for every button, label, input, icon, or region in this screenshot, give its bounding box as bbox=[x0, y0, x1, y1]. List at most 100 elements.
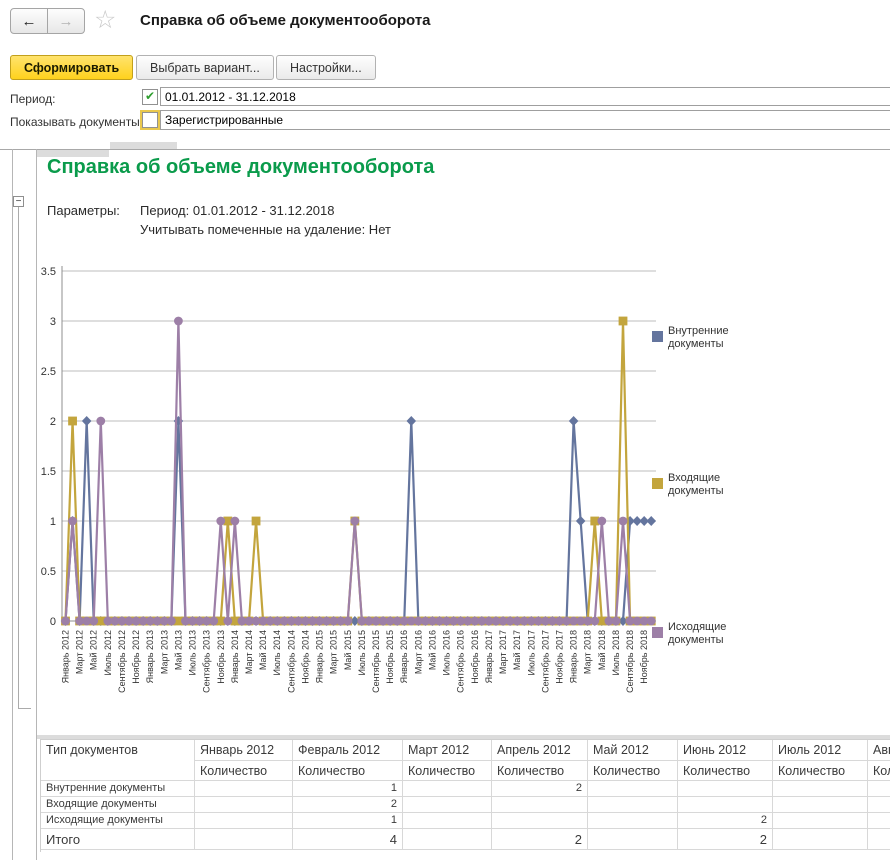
column-header: Апрель 2012 bbox=[492, 740, 588, 761]
svg-text:Январь 2013: Январь 2013 bbox=[145, 630, 155, 683]
back-icon[interactable]: ← bbox=[10, 8, 48, 34]
table-cell: 1 bbox=[293, 781, 403, 797]
column-subheader: Количество bbox=[492, 761, 588, 781]
column-header: Июнь 2012 bbox=[678, 740, 773, 761]
table-cell bbox=[588, 781, 678, 797]
column-subheader: Количество bbox=[403, 761, 492, 781]
table-cell bbox=[868, 829, 890, 850]
svg-text:1: 1 bbox=[50, 516, 56, 528]
month-column-header: Январь 2012Количество bbox=[195, 740, 293, 781]
collapse-group-button[interactable]: − bbox=[13, 196, 24, 207]
table-cell bbox=[588, 813, 678, 829]
show-documents-checkbox[interactable] bbox=[142, 112, 158, 128]
svg-text:Январь 2016: Январь 2016 bbox=[399, 630, 409, 683]
table-cell bbox=[773, 781, 868, 797]
document-volume-chart: 00.511.522.533.5Январь 2012Март 2012Май … bbox=[0, 255, 890, 720]
legend-swatch-icon bbox=[652, 478, 663, 489]
table-cell bbox=[868, 813, 890, 829]
period-checkbox[interactable]: ✔ bbox=[142, 89, 158, 105]
row-label: Исходящие документы bbox=[41, 813, 195, 829]
table-row: Внутренние документы12 bbox=[41, 781, 890, 797]
params-label: Параметры: bbox=[47, 203, 120, 218]
svg-text:Сентябрь 2015: Сентябрь 2015 bbox=[371, 630, 381, 693]
legend-label: Входящие документы bbox=[668, 472, 748, 498]
svg-text:Июль 2017: Июль 2017 bbox=[526, 630, 536, 675]
svg-text:Ноябрь 2014: Ноябрь 2014 bbox=[300, 630, 310, 684]
svg-text:Январь 2018: Январь 2018 bbox=[569, 630, 579, 683]
report-title: Справка об объеме документооборота bbox=[47, 156, 434, 179]
table-cell bbox=[678, 781, 773, 797]
table-cell bbox=[773, 813, 868, 829]
favorite-star-icon[interactable]: ☆ bbox=[88, 4, 122, 36]
svg-text:Ноябрь 2012: Ноябрь 2012 bbox=[131, 630, 141, 684]
month-column-header: Апрель 2012Количество bbox=[492, 740, 588, 781]
column-header: Август 2012 bbox=[868, 740, 890, 761]
svg-text:Ноябрь 2015: Ноябрь 2015 bbox=[385, 630, 395, 684]
table-row: Исходящие документы12 bbox=[41, 813, 890, 829]
report-top-border bbox=[0, 149, 890, 150]
svg-text:Март 2017: Март 2017 bbox=[498, 630, 508, 674]
settings-button[interactable]: Настройки... bbox=[276, 55, 376, 80]
svg-text:Март 2018: Март 2018 bbox=[583, 630, 593, 674]
svg-text:Июль 2014: Июль 2014 bbox=[272, 630, 282, 675]
forward-icon[interactable]: → bbox=[47, 8, 85, 34]
svg-text:Сентябрь 2014: Сентябрь 2014 bbox=[286, 630, 296, 693]
svg-text:2: 2 bbox=[50, 416, 56, 428]
table-row: Итого422 bbox=[41, 829, 890, 850]
svg-text:Июль 2012: Июль 2012 bbox=[103, 630, 113, 675]
legend-entry: Исходящие документы bbox=[652, 620, 748, 647]
column-subheader: Количество bbox=[678, 761, 773, 781]
svg-text:Январь 2017: Январь 2017 bbox=[484, 630, 494, 683]
month-column-header: Февраль 2012Количество bbox=[293, 740, 403, 781]
svg-text:Май 2016: Май 2016 bbox=[427, 630, 437, 670]
period-input[interactable] bbox=[160, 87, 890, 106]
table-cell bbox=[678, 797, 773, 813]
generate-button[interactable]: Сформировать bbox=[10, 55, 133, 80]
legend-label: Исходящие документы bbox=[668, 621, 748, 647]
table-cell bbox=[868, 797, 890, 813]
svg-text:3.5: 3.5 bbox=[41, 266, 56, 278]
svg-text:Июль 2018: Июль 2018 bbox=[611, 630, 621, 675]
legend-label: Внутренние документы bbox=[668, 325, 748, 351]
svg-text:Январь 2015: Январь 2015 bbox=[315, 630, 325, 683]
table-cell bbox=[403, 781, 492, 797]
check-icon: ✔ bbox=[145, 89, 155, 103]
column-subheader: Количество bbox=[293, 761, 403, 781]
svg-text:Июль 2015: Июль 2015 bbox=[357, 630, 367, 675]
selected-cell-marker bbox=[110, 142, 177, 149]
table-cell bbox=[773, 829, 868, 850]
table-cell bbox=[195, 813, 293, 829]
column-header: Январь 2012 bbox=[195, 740, 293, 761]
table-cell: 2 bbox=[492, 781, 588, 797]
svg-text:3: 3 bbox=[50, 316, 56, 328]
column-header: Тип документов bbox=[41, 740, 195, 781]
column-header: Май 2012 bbox=[588, 740, 678, 761]
table-cell bbox=[195, 781, 293, 797]
svg-text:Ноябрь 2017: Ноябрь 2017 bbox=[554, 630, 564, 684]
row-label: Входящие документы bbox=[41, 797, 195, 813]
table-cell bbox=[492, 797, 588, 813]
legend-swatch-icon bbox=[652, 331, 663, 342]
svg-text:Январь 2012: Январь 2012 bbox=[61, 630, 71, 683]
svg-text:Сентябрь 2017: Сентябрь 2017 bbox=[540, 630, 550, 693]
show-documents-input[interactable] bbox=[160, 110, 890, 130]
table-cell bbox=[403, 829, 492, 850]
month-column-header: Август 2012Количество bbox=[868, 740, 890, 781]
svg-text:Март 2016: Март 2016 bbox=[413, 630, 423, 674]
column-subheader: Количество bbox=[588, 761, 678, 781]
table-cell bbox=[868, 781, 890, 797]
svg-text:2.5: 2.5 bbox=[41, 366, 56, 378]
table-cell: 2 bbox=[678, 813, 773, 829]
svg-text:1.5: 1.5 bbox=[41, 466, 56, 478]
table-cell bbox=[773, 797, 868, 813]
param-deleted: Учитывать помеченные на удаление: Нет bbox=[140, 222, 391, 237]
row-label: Итого bbox=[41, 829, 195, 850]
svg-text:Март 2014: Март 2014 bbox=[244, 630, 254, 674]
svg-text:Сентябрь 2012: Сентябрь 2012 bbox=[117, 630, 127, 693]
choose-variant-button[interactable]: Выбрать вариант... bbox=[136, 55, 274, 80]
month-column-header: Март 2012Количество bbox=[403, 740, 492, 781]
svg-text:Май 2017: Май 2017 bbox=[512, 630, 522, 670]
column-header: Июль 2012 bbox=[773, 740, 868, 761]
param-period: Период: 01.01.2012 - 31.12.2018 bbox=[140, 203, 335, 218]
table-cell bbox=[195, 829, 293, 850]
